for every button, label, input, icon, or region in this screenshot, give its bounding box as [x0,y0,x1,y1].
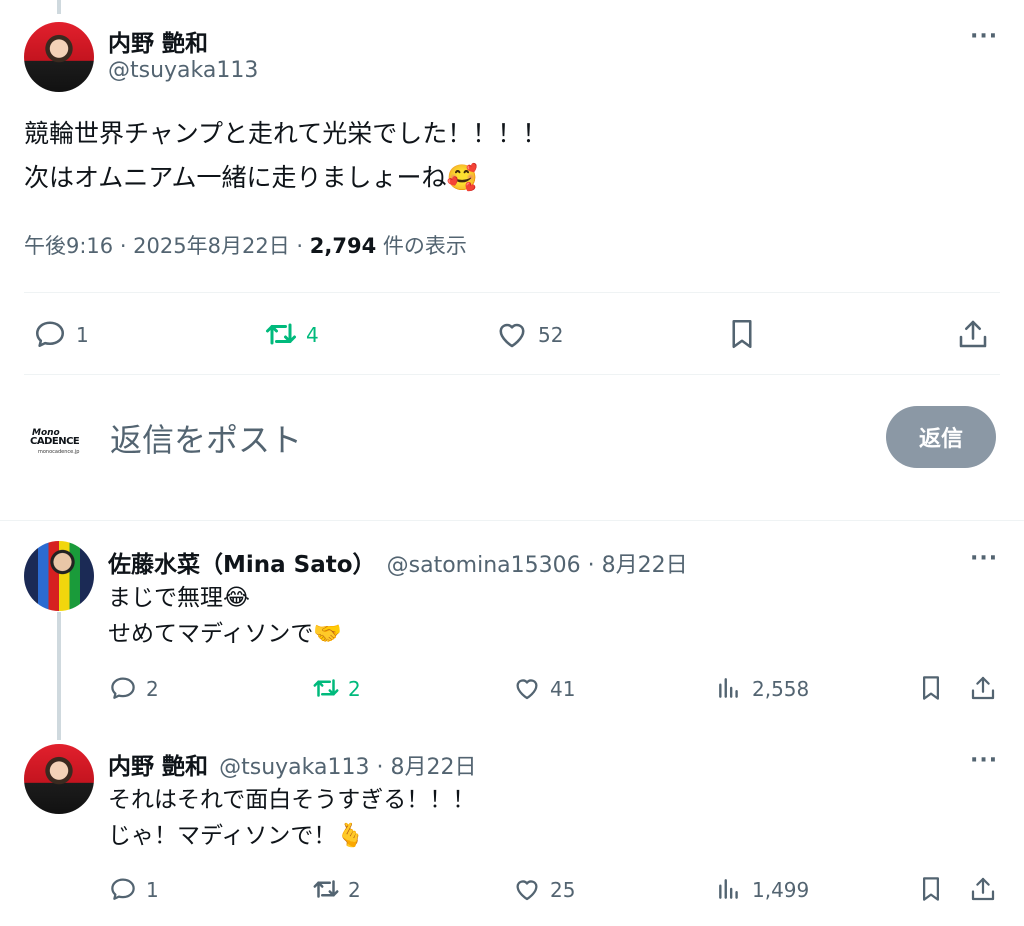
avatar[interactable] [24,541,94,611]
bookmark-icon[interactable] [916,673,946,703]
more-options-icon[interactable]: ··· [970,546,998,571]
avatar[interactable] [24,744,94,814]
like-count: 25 [550,878,576,902]
tweet-time[interactable]: 午後9:16 · 2025年8月22日 · [24,234,310,258]
thread-line-top [57,0,61,14]
reply-text-line1: まじで無理😂 [108,585,250,611]
divider [24,374,1000,375]
like-count: 52 [538,323,564,347]
author-handle[interactable]: @tsuyaka113 · 8月22日 [219,755,476,780]
share-icon[interactable] [968,874,998,904]
reply-count: 1 [146,878,159,902]
like-icon[interactable] [512,874,542,904]
like-count: 41 [550,677,576,701]
reply-text-line1: それはそれで面白そうすぎる！！！ [108,787,476,813]
author-name[interactable]: 佐藤水菜（Mina Sato） [108,552,376,578]
retweet-count: 2 [348,878,361,902]
like-icon[interactable] [512,673,542,703]
divider [0,520,1024,521]
brand-main: CADENCE [30,436,80,447]
reply-header: 内野 艶和 @tsuyaka113 · 8月22日 [108,747,476,781]
reply-icon[interactable] [108,673,138,703]
view-label: 件の表示 [376,234,467,258]
view-count: 2,794 [309,234,377,258]
reply-count: 2 [146,677,159,701]
share-icon[interactable] [968,673,998,703]
tweet-text-line1: 競輪世界チャンプと走れて光栄でした！！！！ [24,119,548,148]
bookmark-icon[interactable] [916,874,946,904]
retweet-icon[interactable] [310,874,342,904]
author-handle[interactable]: @tsuyaka113 [108,58,258,83]
like-icon[interactable] [494,316,530,352]
reply-input[interactable]: 返信をポスト [110,415,302,461]
brand-sub: monocadence.jp [38,449,80,455]
author-name[interactable]: 内野 艶和 [108,754,208,780]
retweet-icon[interactable] [310,673,342,703]
composer-avatar[interactable]: Mono CADENCE monocadence.jp [24,408,88,472]
reply-icon[interactable] [32,316,68,352]
more-options-icon[interactable]: ··· [970,748,998,773]
share-icon[interactable] [955,316,991,352]
reply-header: 佐藤水菜（Mina Sato） @satomina15306 · 8月22日 [108,545,688,579]
reply-text-line2: じゃ！マディソンで！🫰 [108,823,366,849]
view-count: 1,499 [752,878,810,902]
avatar[interactable] [24,22,94,92]
author-handle[interactable]: @satomina15306 · 8月22日 [387,553,688,578]
reply-button[interactable]: 返信 [886,406,996,468]
view-count: 2,558 [752,677,810,701]
divider [24,292,1000,293]
retweet-icon[interactable] [262,316,300,352]
views-icon[interactable] [716,875,742,903]
reply-icon[interactable] [108,874,138,904]
author-name[interactable]: 内野 艶和 [108,24,208,58]
retweet-count: 2 [348,677,361,701]
reply-text-line2: せめてマディソンで🤝 [108,621,343,647]
thread-line-reply [57,612,61,740]
tweet-text-line2: 次はオムニアム一緒に走りましょーね🥰 [24,163,478,192]
tweet-meta: 午後9:16 · 2025年8月22日 · 2,794 件の表示 [24,230,467,260]
bookmark-icon[interactable] [724,316,760,352]
views-icon[interactable] [716,674,742,702]
retweet-count: 4 [306,323,319,347]
reply-count: 1 [76,323,89,347]
more-options-icon[interactable]: ··· [970,24,998,49]
